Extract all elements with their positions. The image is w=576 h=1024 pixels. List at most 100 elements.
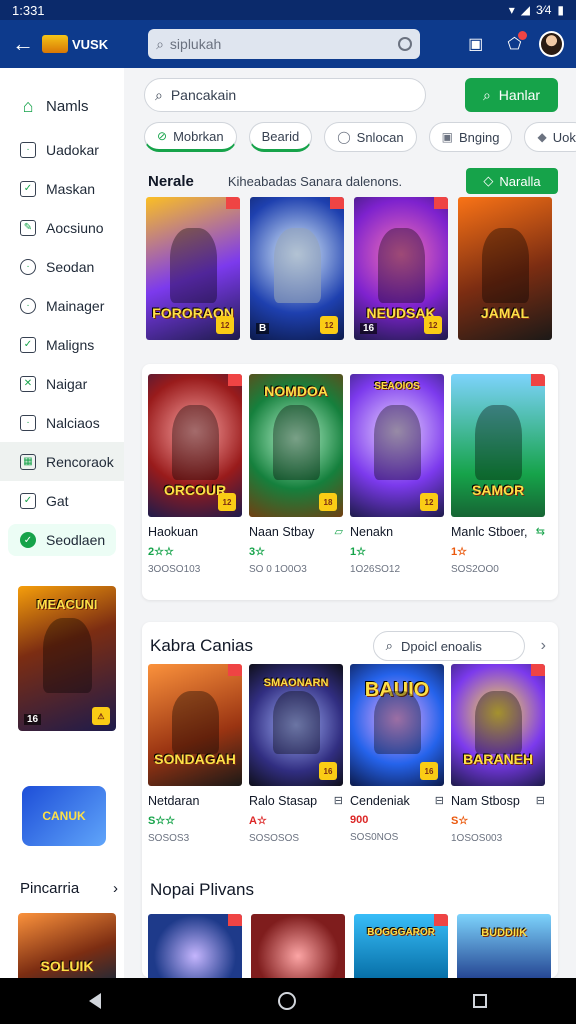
game-item[interactable]: NOMDOA 18 Naan Stbay ▱ 3☆ SO 0 1O0O3 [249, 374, 343, 575]
poster-title: NOMDOA [264, 383, 328, 399]
game-item[interactable]: SMAONARN 16 Ralo Stasap ⊟ A☆ SOSOSOS [249, 664, 343, 844]
chip-label: Bnging [458, 129, 500, 145]
game-item[interactable]: SAMOR Manlc Stboer, ⇆ 1☆ SOS2OO0 [451, 374, 545, 575]
poster-hero [272, 690, 320, 755]
poster-title: MEACUNI [36, 597, 98, 612]
sidebar-item-6[interactable]: ✓ Maligns [0, 325, 124, 364]
sidebar-poster[interactable]: MEACUNI 16 ⚠ [18, 586, 116, 731]
game-title: Naan Stbay [249, 525, 315, 539]
poster-hero [474, 405, 522, 480]
check-icon: ✓ [20, 492, 36, 509]
nav-back-icon[interactable] [88, 993, 101, 1009]
section-search-input[interactable]: Dpoicl enoalis [401, 639, 482, 654]
sidebar-item-10[interactable]: ✓ Gat [0, 481, 124, 520]
game-poster[interactable]: FORORAON 12 [146, 197, 240, 340]
content-search-bar[interactable]: ⌕ Pancakain [144, 78, 426, 112]
game-title-row: Netdaran [148, 794, 242, 808]
status-icons: ▾ ◢ 3⁄4 ▮ [509, 3, 564, 17]
game-poster[interactable]: JAMAL [458, 197, 552, 340]
game-meta: SOS2OO0 [451, 564, 499, 575]
chevron-right-icon[interactable]: › [541, 637, 546, 655]
chip-4[interactable]: ◆ Uok [524, 122, 576, 152]
sidebar-item-label: Maskan [46, 180, 96, 197]
sidebar-item-2[interactable]: ✓ Maskan [0, 169, 124, 208]
poster-age-rating: 16 [420, 762, 438, 780]
game-meta: SOSOS3 [148, 833, 190, 844]
sidebar-item-3[interactable]: ✎ Aocsiuno [0, 208, 124, 247]
game-poster: SAMOR [451, 374, 545, 517]
calendar-icon[interactable]: ▣ [461, 29, 490, 59]
sidebar-item-7[interactable]: ✕ Naigar [0, 364, 124, 403]
poster-hero [169, 228, 217, 303]
menu-icon[interactable]: ⊟ [536, 794, 545, 808]
flag-icon [226, 197, 240, 209]
section-search[interactable]: ⌕ Dpoicl enoalis [372, 631, 525, 661]
game-poster[interactable]: BOGGGAROR [354, 914, 448, 984]
sidebar-item-8[interactable]: · Nalciaos [0, 403, 124, 442]
game-poster[interactable]: BUDDIIK [457, 914, 551, 984]
brand[interactable]: VUSK [42, 35, 138, 53]
menu-icon[interactable]: ⊟ [334, 794, 343, 808]
poster-hero [373, 405, 421, 480]
poster-title: SEAOIOS [374, 381, 420, 392]
share-icon[interactable]: ⇆ [536, 525, 545, 539]
sidebar-item-home[interactable]: ⌂ Namls [0, 82, 124, 130]
games-grid: SONDAGAH Netdaran S☆☆ SOSOS3 SMAONARN 16… [148, 664, 545, 844]
flag-icon [434, 914, 448, 926]
signal-icon: ◢ [520, 3, 531, 17]
top-search-input[interactable]: siplukah [170, 36, 221, 52]
poster-hero [377, 228, 425, 303]
sidebar-item-1[interactable]: · Uadokar [0, 130, 124, 169]
top-search-bar[interactable]: ⌕ siplukah [148, 29, 421, 59]
search-button-label: Hanlar [498, 87, 541, 103]
sidebar-pincarria-link[interactable]: Pincarria › [20, 880, 118, 897]
content-search-input[interactable]: Pancakain [171, 87, 236, 103]
sidebar-item-11[interactable]: ✓ Seodlaen [8, 524, 116, 556]
section-action-button[interactable]: ◇ Naralla [466, 168, 558, 194]
battery-icon: ▮ [557, 3, 564, 17]
game-poster[interactable]: NEUDSAK 16 12 [354, 197, 448, 340]
game-poster[interactable] [148, 914, 242, 984]
game-poster: BARANEH [451, 664, 545, 786]
sidebar-item-label: Mainager [46, 297, 105, 314]
sidebar-item-9[interactable]: ▦ Rencoraok [0, 442, 124, 481]
nav-home-icon[interactable] [277, 992, 296, 1010]
game-rating: 900 [350, 814, 369, 826]
game-item[interactable]: ORCOUR 12 Haokuan 2☆☆ 3OOSO103 [148, 374, 242, 575]
sidebar-item-5[interactable]: · Mainager [0, 286, 124, 325]
sidebar-logo[interactable]: CANUK [22, 786, 106, 846]
nav-recents-icon[interactable] [473, 994, 488, 1008]
game-poster[interactable]: B 12 [250, 197, 344, 340]
chip-1[interactable]: Bearid [248, 122, 313, 152]
search-button[interactable]: ⌕ Hanlar [465, 78, 558, 112]
home-icon: ⌂ [22, 95, 34, 116]
poster-age-rating: 12 [320, 316, 338, 334]
chip-3[interactable]: ▣ Bnging [428, 122, 513, 152]
flag-icon [228, 664, 242, 676]
game-meta: 3OOSO103 [148, 564, 201, 575]
game-title-row: Cendeniak ⊟ [350, 794, 444, 808]
game-item[interactable]: SEAOIOS 12 Nenakn 1☆ 1O26SO12 [350, 374, 444, 575]
game-meta: 1OSOS003 [451, 833, 503, 844]
list-icon: · [20, 141, 36, 158]
chip-2[interactable]: ◯ Snlocan [324, 122, 417, 152]
poster-hero [474, 690, 522, 755]
sidebar-poster-2[interactable]: SOLUIK [18, 913, 116, 983]
poster-hero [481, 228, 529, 303]
notification-icon[interactable]: ⬠ [500, 29, 529, 59]
game-poster[interactable] [251, 914, 345, 984]
back-arrow-icon[interactable]: ← [12, 31, 34, 57]
poster-title: BUDDIIK [481, 927, 527, 939]
search-icon: ⌕ [385, 638, 393, 653]
menu-icon[interactable]: ⊟ [435, 794, 444, 808]
avatar[interactable] [538, 31, 565, 57]
chip-0[interactable]: ⊘ Mobrkan [144, 122, 237, 152]
share-icon[interactable]: ▱ [335, 525, 343, 539]
poster-hero [272, 405, 320, 480]
clear-icon[interactable] [398, 37, 413, 51]
sidebar-item-4[interactable]: · Seodan [0, 247, 124, 286]
game-item[interactable]: BAUIO 16 Cendeniak ⊟ 900 SOS0NOS [350, 664, 444, 844]
game-item[interactable]: BARANEH Nam Stbosp ⊟ S☆ 1OSOS003 [451, 664, 545, 844]
game-item[interactable]: SONDAGAH Netdaran S☆☆ SOSOS3 [148, 664, 242, 844]
game-title: Nam Stbosp [451, 794, 520, 808]
